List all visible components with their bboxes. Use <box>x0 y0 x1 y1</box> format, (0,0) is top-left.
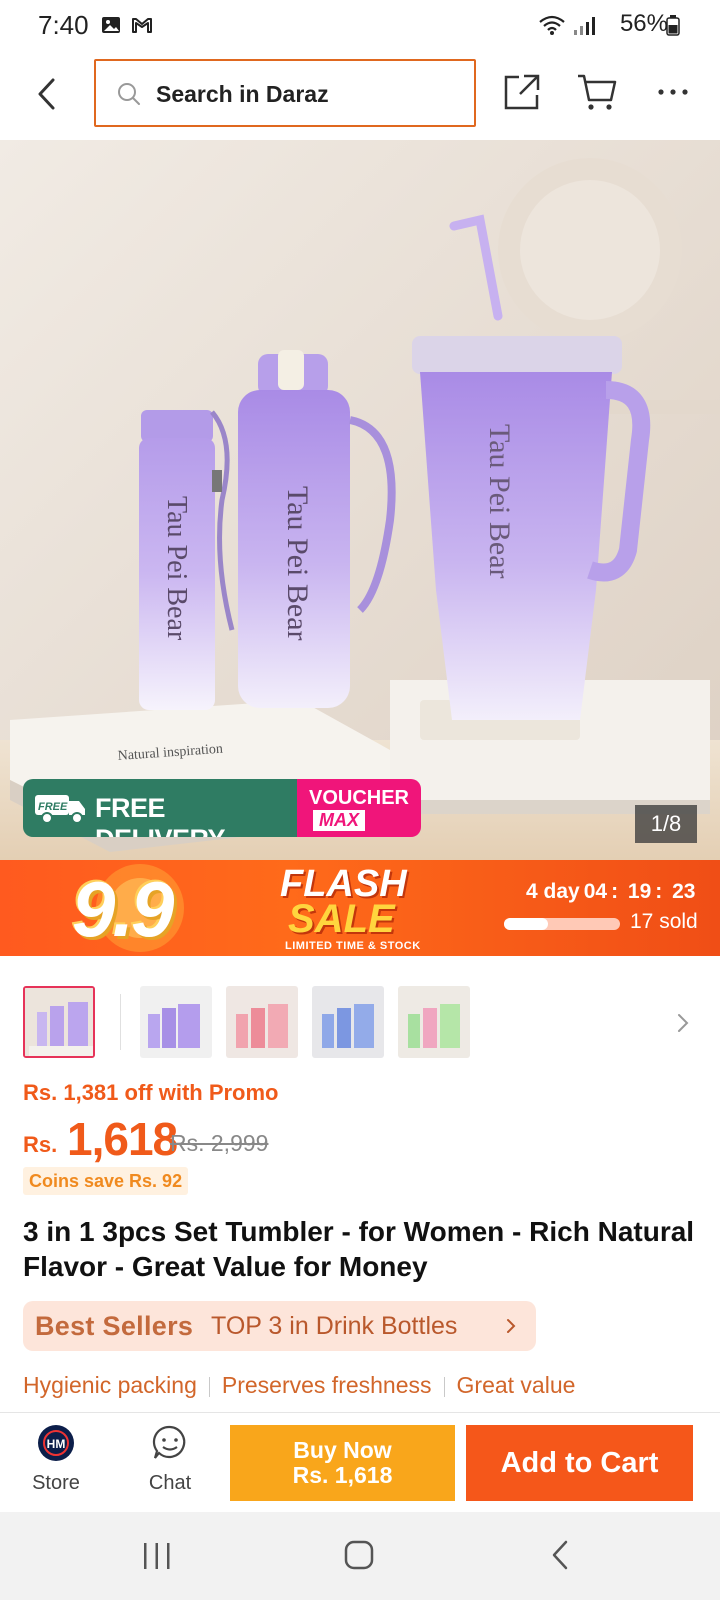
coins-badge: Coins save Rs. 92 <box>23 1167 189 1195</box>
thumbnail-4[interactable] <box>312 986 384 1058</box>
battery-percent: 56% <box>619 10 668 37</box>
original-price: Rs. 2,999 <box>170 1130 269 1156</box>
delivery-badges: FREE FREE DELIVERY VOUCHER MAX <box>23 779 421 837</box>
store-button[interactable]: HM Store <box>22 1423 90 1495</box>
voucher-max-badge: VOUCHER MAX <box>297 779 421 837</box>
price-currency: Rs. <box>23 1132 58 1157</box>
product-title: 3 in 1 3pcs Set Tumbler - for Women - Ri… <box>23 1216 695 1282</box>
signal-icon <box>574 17 595 35</box>
free-tag-text: FREE <box>38 801 68 813</box>
gmail-icon <box>132 18 152 33</box>
back-nav-icon[interactable] <box>548 1538 572 1572</box>
sale-word: SALE <box>288 897 395 941</box>
free-delivery-label: FREE DELIVERY <box>95 793 226 837</box>
share-icon[interactable] <box>502 72 542 112</box>
countdown-seconds: 23 <box>672 880 696 903</box>
image-icon <box>102 17 120 33</box>
more-dots-icon[interactable] <box>656 84 690 100</box>
bottle-print-1: Tau Pei Bear <box>161 496 192 641</box>
chevron-right-icon <box>507 1319 516 1333</box>
status-bar: 7:40 56% <box>0 0 720 52</box>
thumbnail-strip <box>0 978 720 1058</box>
status-time: 7:40 <box>38 10 89 40</box>
bottle-print-2: Tau Pei Bear <box>281 486 314 641</box>
tag-item: Preserves freshness <box>221 1372 432 1398</box>
store-logo-icon: HM <box>38 1425 74 1461</box>
thumb-divider <box>120 994 121 1050</box>
buy-now-label: Buy Now <box>293 1437 392 1463</box>
image-counter: 1/8 <box>635 805 697 843</box>
voucher-max-label: MAX <box>313 810 365 831</box>
product-photo: Tau Pei Bear Tau Pei Bear Tau Pei Bear N… <box>0 140 720 860</box>
cart-icon[interactable] <box>576 72 618 112</box>
buy-now-price: Rs. 1,618 <box>292 1462 393 1488</box>
store-label: Store <box>32 1472 80 1494</box>
price-value: 1,618 <box>67 1113 178 1165</box>
best-sellers-bar[interactable]: Best Sellers TOP 3 in Drink Bottles <box>23 1301 536 1351</box>
top-nav: Search in Daraz <box>0 52 720 140</box>
tag-divider <box>443 1376 445 1397</box>
tag-divider <box>208 1376 210 1397</box>
search-input[interactable]: Search in Daraz <box>94 59 476 127</box>
tag-item: Great value <box>456 1372 576 1398</box>
timer-sep: : <box>655 880 663 903</box>
free-delivery-badge: FREE FREE DELIVERY <box>23 779 297 837</box>
promo-text: Rs. 1,381 off with Promo <box>23 1080 279 1105</box>
countdown-minutes: 19 <box>627 880 652 903</box>
product-tags: Hygienic packing Preserves freshness Great… <box>23 1372 575 1402</box>
chat-button[interactable]: Chat <box>138 1423 202 1495</box>
thumbnail-3[interactable] <box>226 986 298 1058</box>
bottom-action-bar: HM Store Chat Buy Now Rs. 1,618 Add to C… <box>0 1412 720 1512</box>
add-to-cart-button[interactable]: Add to Cart <box>466 1425 693 1501</box>
voucher-label: VOUCHER <box>308 787 409 809</box>
chat-label: Chat <box>148 1472 192 1494</box>
wifi-icon <box>539 15 565 35</box>
thumbnail-2[interactable] <box>140 986 212 1058</box>
countdown-hours: 04 <box>583 880 608 903</box>
countdown-timer: 4 day 04: 19: 23 <box>526 880 699 904</box>
chevron-right-icon[interactable] <box>676 1012 690 1034</box>
battery-icon <box>666 15 680 36</box>
sold-count: 17 sold <box>630 910 698 933</box>
search-icon <box>118 83 140 105</box>
product-image[interactable]: Tau Pei Bear Tau Pei Bear Tau Pei Bear N… <box>0 140 720 860</box>
system-nav-bar <box>0 1512 720 1600</box>
countdown-days: 4 day <box>526 880 580 903</box>
tag-item: Hygienic packing <box>23 1372 197 1398</box>
tumbler-print: Tau Pei Bear <box>483 424 516 579</box>
flash-sale-banner[interactable]: 9.9 FLASH SALE LIMITED TIME & STOCK 4 da… <box>0 860 720 956</box>
search-placeholder: Search in Daraz <box>156 81 329 107</box>
recents-icon[interactable] <box>140 1540 174 1572</box>
sold-progress-fill <box>504 918 549 930</box>
truck-icon: FREE <box>35 795 85 824</box>
flash-subtitle: LIMITED TIME & STOCK <box>285 940 421 952</box>
flash-event-number: 9.9 <box>72 865 174 953</box>
thumbnail-1[interactable] <box>23 986 95 1058</box>
timer-sep: : <box>611 880 619 903</box>
thumbnail-5[interactable] <box>398 986 470 1058</box>
sold-progress-bar <box>504 918 620 930</box>
home-icon[interactable] <box>342 1538 376 1572</box>
best-sellers-label: Best Sellers <box>35 1311 194 1341</box>
buy-now-button[interactable]: Buy Now Rs. 1,618 <box>230 1425 455 1501</box>
chat-icon <box>152 1425 186 1459</box>
store-logo-text: HM <box>47 1437 66 1451</box>
best-sellers-rank: TOP 3 in Drink Bottles <box>211 1312 458 1340</box>
back-icon[interactable] <box>32 76 62 112</box>
